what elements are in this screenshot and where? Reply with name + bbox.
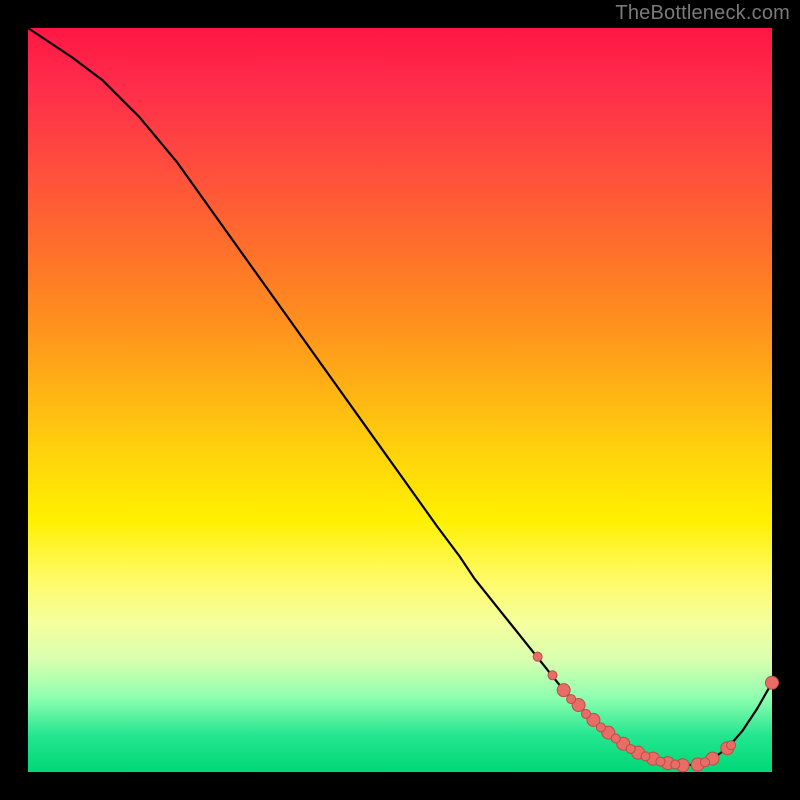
- bottleneck-curve: [28, 28, 772, 765]
- data-point: [567, 695, 576, 704]
- data-point: [582, 709, 591, 718]
- data-point: [611, 734, 620, 743]
- data-point: [656, 757, 665, 766]
- data-point: [671, 760, 680, 769]
- data-point: [727, 741, 736, 750]
- data-points-group: [533, 652, 778, 772]
- data-point: [557, 684, 570, 697]
- data-point: [596, 723, 605, 732]
- data-point: [548, 671, 557, 680]
- chart-svg: [28, 28, 772, 772]
- data-point: [533, 652, 542, 661]
- chart-frame: TheBottleneck.com: [0, 0, 800, 800]
- plot-area: [28, 28, 772, 772]
- data-point: [641, 752, 650, 761]
- data-point: [626, 744, 635, 753]
- watermark-text: TheBottleneck.com: [615, 2, 790, 25]
- data-point: [766, 676, 779, 689]
- data-point: [701, 758, 710, 767]
